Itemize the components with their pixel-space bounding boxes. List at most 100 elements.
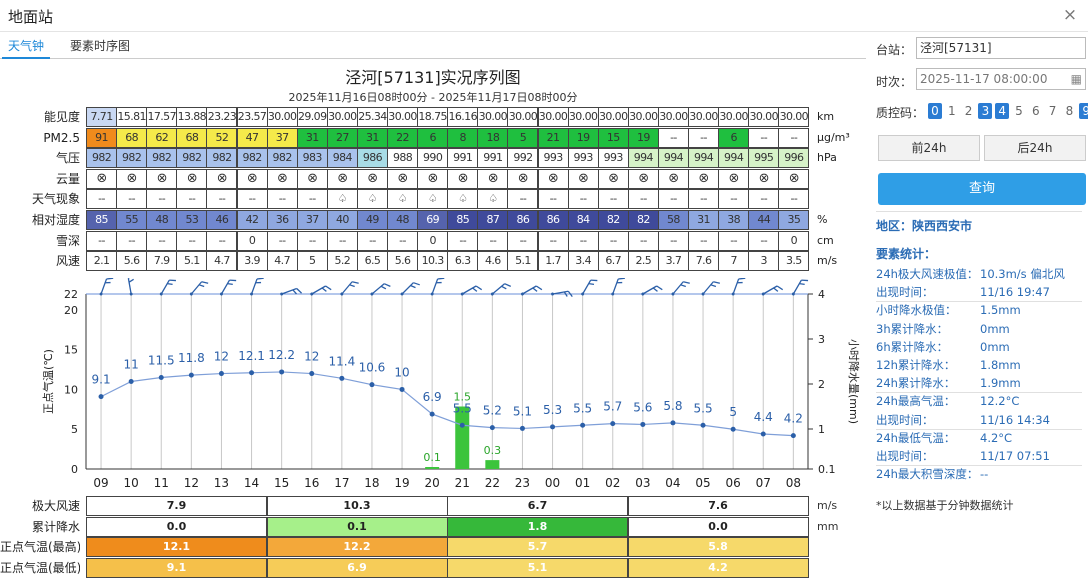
grid-cell: -- (266, 230, 298, 251)
grid-cell: 982 (86, 148, 118, 169)
row-label: 相对湿度 (31, 213, 80, 227)
grid-cell: 42 (236, 210, 268, 230)
grid-cell: 36 (266, 210, 298, 230)
qc-code-checkbox[interactable]: 7 (1046, 103, 1060, 119)
summary-cell: 6.7 (447, 496, 628, 516)
temperature-point (489, 425, 495, 431)
grid-cell: 982 (236, 148, 268, 169)
grid-cell: -- (326, 230, 358, 251)
grid-cell: 30.00 (778, 107, 810, 127)
grid-cell: 6.5 (356, 251, 388, 272)
grid-cell: 82 (627, 210, 659, 230)
grid-cell: 15 (597, 127, 629, 148)
temperature-point (218, 371, 224, 377)
precip-label: 0.3 (484, 444, 502, 457)
y-tick-label: 5 (71, 423, 78, 436)
grid-cell: -- (567, 189, 599, 210)
grid-cell: -- (116, 230, 148, 251)
wind-barb-icon (520, 285, 543, 296)
temperature-label: 11.4 (328, 354, 355, 368)
row-label: 能见度 (43, 110, 80, 124)
qc-label: 质控码： (876, 106, 925, 120)
grid-cell: 30.00 (597, 107, 629, 127)
temperature-label: 4.2 (784, 412, 803, 426)
x-tick-label: 22 (485, 476, 500, 490)
temperature-point (188, 372, 194, 378)
grid-cell: 84 (567, 210, 599, 230)
wind-barb-icon (701, 281, 721, 296)
summary-cell: 4.2 (627, 557, 809, 578)
row-label: 风速 (55, 254, 80, 269)
grid-cell: ⊗ (597, 168, 629, 189)
query-button[interactable]: 查询 (878, 173, 1086, 205)
summary-label: 累计降水 (31, 519, 80, 534)
stats-title: 要素统计： (876, 247, 937, 261)
grid-cell: -- (748, 189, 780, 210)
tab-bar: 天气钟 要素时序图 (0, 33, 866, 59)
qc-code-checkbox[interactable]: 9 (1079, 103, 1088, 119)
grid-cell: ⊗ (266, 168, 298, 189)
grid-cell: 5 (296, 251, 328, 272)
summary-unit: m/s (817, 499, 838, 512)
grid-cell: 48 (146, 210, 178, 230)
summary-cell: 5.7 (447, 537, 628, 557)
grid-cell: 5.6 (387, 251, 419, 272)
station-label: 台站： (876, 43, 913, 57)
stat-label: 24h极大风速极值： (876, 267, 979, 281)
row-label: 雪深 (55, 233, 80, 248)
grid-cell: 993 (537, 148, 569, 169)
grid-cell: 1.7 (537, 251, 569, 272)
grid-cell: 37 (266, 127, 298, 148)
temperature-point (158, 375, 164, 381)
prev-24h-button[interactable]: 前24h (878, 135, 980, 161)
temperature-label: 5.7 (603, 400, 622, 414)
tab-weather-clock[interactable]: 天气钟 (2, 33, 51, 59)
qc-code-checkbox[interactable]: 0 (928, 103, 942, 119)
grid-cell: 3 (748, 251, 780, 272)
close-icon[interactable]: × (1060, 5, 1080, 25)
qc-code-checkbox[interactable]: 8 (1062, 103, 1076, 119)
grid-cell: 30.00 (507, 107, 539, 127)
wind-barb-icon (731, 278, 746, 296)
grid-cell: 30.00 (387, 107, 419, 127)
grid-cell: 990 (417, 148, 449, 169)
next-24h-button[interactable]: 后24h (984, 135, 1086, 161)
temperature-precip-chart: 05101520220.1123409 10 11 12 13 14 15 16 17 18 19 2… (41, 278, 861, 490)
tab-element-series[interactable]: 要素时序图 (64, 33, 136, 59)
temperature-point (640, 421, 646, 427)
grid-cell: 991 (447, 148, 479, 169)
x-tick-label: 04 (665, 476, 680, 490)
calendar-icon[interactable]: ▦ (1071, 69, 1082, 89)
qc-code-checkbox[interactable]: 3 (978, 103, 993, 119)
stat-label: 6h累计降水： (876, 339, 949, 354)
stat-label: 24h最大积雪深度： (876, 467, 979, 482)
wind-barb-icon (99, 278, 114, 296)
qc-code-checkbox[interactable]: 2 (962, 103, 976, 119)
stat-label: 12h累计降水： (876, 358, 956, 372)
temperature-point (550, 424, 556, 430)
time-input[interactable]: 2025-11-17 08:00:00 ▦ (916, 68, 1086, 90)
x-tick-label: 03 (635, 476, 650, 490)
qc-code-checkbox[interactable]: 1 (945, 103, 959, 119)
qc-code-checkbox[interactable]: 6 (1029, 103, 1043, 119)
qc-code-checkbox[interactable]: 4 (995, 103, 1010, 119)
summary-cell: 7.6 (627, 496, 809, 516)
precip-bar (455, 406, 470, 469)
grid-cell: ⊗ (417, 168, 449, 189)
temperature-line (100, 371, 794, 437)
temperature-label: 5 (729, 405, 737, 419)
main-panel: 泾河[57131]实况序列图 2025年11月16日08时00分 - 2025年… (0, 60, 866, 582)
grid-cell: 6.7 (597, 251, 629, 272)
grid-cell: ⊗ (116, 168, 148, 189)
summary-label: 正点气温(最低) (0, 560, 80, 575)
qc-code-checkbox[interactable]: 5 (1012, 103, 1026, 119)
stats-note: *以上数据基于分钟数据统计 (876, 499, 1014, 512)
y2-tick-label: 0.1 (818, 463, 836, 476)
grid-cell: 5.1 (507, 251, 539, 272)
grid-cell: 3.7 (657, 251, 689, 272)
station-input[interactable]: 泾河[57131] (916, 37, 1086, 59)
grid-cell: 22 (387, 127, 419, 148)
grid-cell: ⊗ (146, 168, 178, 189)
grid-cell: 30.00 (266, 107, 298, 127)
grid-cell: 30.00 (688, 107, 720, 127)
